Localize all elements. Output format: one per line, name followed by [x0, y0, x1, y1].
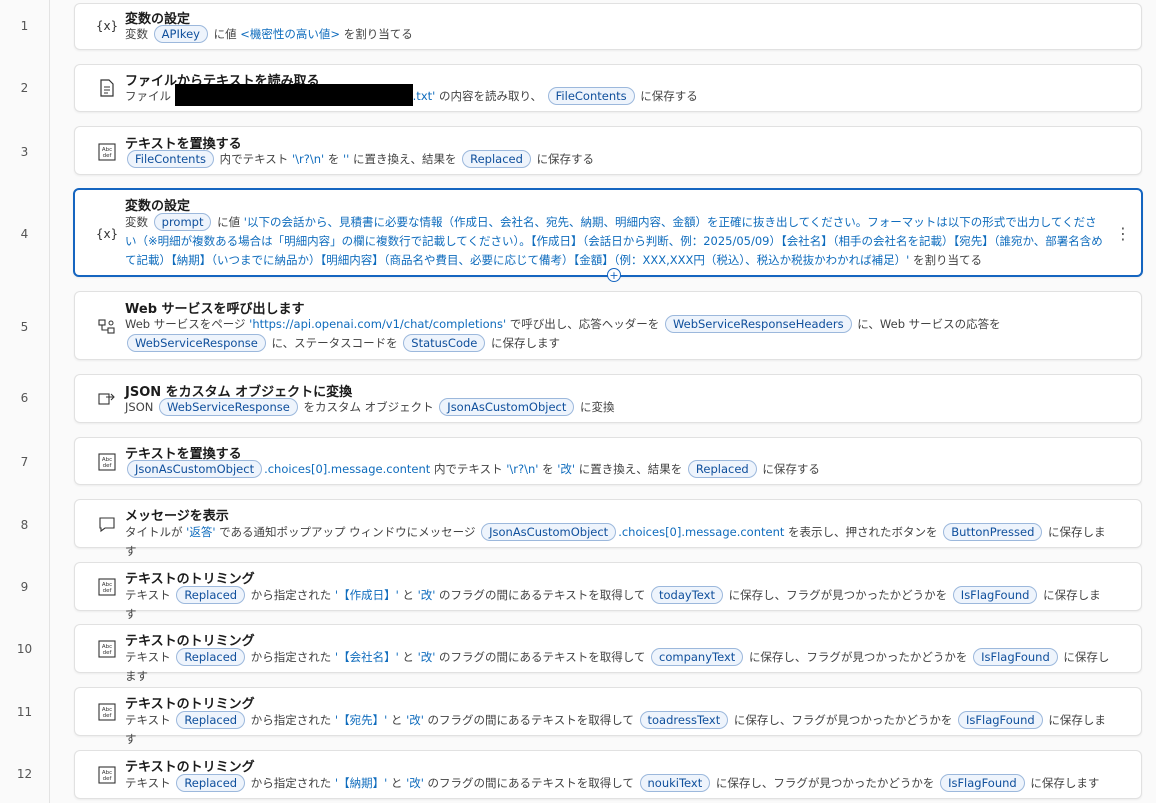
variable-pill[interactable]: JsonAsCustomObject [439, 398, 575, 416]
action-step-set-variable-selected[interactable]: {x} 変数の設定 変数 prompt に値 '以下の会話から、見積書に必要な情… [73, 188, 1143, 277]
line-number: 10 [16, 642, 33, 656]
variable-pill[interactable]: ButtonPressed [943, 523, 1043, 541]
step-description: タイトルが '返答' である通知ポップアップ ウィンドウにメッセージ JsonA… [125, 523, 1106, 558]
variable-pill[interactable]: APIkey [153, 25, 208, 43]
step-description: テキスト Replaced から指定された '【納期】' と '改' のフラグの… [125, 774, 1100, 792]
variable-pill[interactable]: IsFlagFound [952, 586, 1038, 604]
variable-pill[interactable]: toadressText [639, 711, 729, 729]
variable-pill[interactable]: StatusCode [403, 334, 486, 352]
step-description: テキスト Replaced から指定された '【会社名】' と '改' のフラグ… [125, 648, 1110, 683]
svg-text:def: def [103, 588, 113, 594]
variable-pill[interactable]: IsFlagFound [958, 711, 1043, 729]
variable-pill[interactable]: JsonAsCustomObject [481, 523, 617, 541]
action-step-convert-json[interactable]: JSON をカスタム オブジェクトに変換 JSON WebServiceResp… [74, 374, 1142, 423]
json-convert-icon [97, 389, 117, 409]
svg-text:def: def [103, 463, 113, 469]
svg-text:def: def [103, 650, 113, 656]
action-step-replace-text[interactable]: Abc def テキストを置換する FileContents 内でテキスト '\r… [74, 126, 1142, 175]
web-service-icon [97, 317, 117, 337]
text-trim-icon: Abc def [97, 639, 117, 659]
step-description: 変数 APIkey に値 <機密性の高い値> を割り当てる [125, 25, 413, 43]
text-replace-icon: Abc def [97, 142, 117, 162]
variable-pill[interactable]: JsonAsCustomObject [127, 460, 263, 478]
line-number: 6 [20, 391, 29, 405]
text-trim-icon: Abc def [97, 702, 117, 722]
variable-pill[interactable]: prompt [153, 213, 212, 231]
variable-icon: {x} [95, 227, 119, 241]
variable-pill[interactable]: WebServiceResponse [159, 398, 298, 416]
step-description: JsonAsCustomObject .choices[0].message.co… [125, 460, 1111, 479]
step-description: 変数 prompt に値 '以下の会話から、見積書に必要な情報（作成日、会社名、… [125, 213, 1103, 267]
step-title: 変数の設定 [125, 199, 191, 214]
step-description: ファイル .txt' の内容を読み取り、 FileContents に保存する [125, 83, 1111, 106]
svg-text:def: def [103, 153, 113, 159]
variable-pill[interactable]: WebServiceResponseHeaders [664, 315, 852, 333]
file-read-icon [97, 78, 117, 98]
more-options-icon[interactable]: ⋮ [1115, 224, 1131, 243]
redacted-path [174, 83, 413, 106]
variable-pill[interactable]: FileContents [547, 87, 635, 105]
action-step-display-message[interactable]: メッセージを表示 タイトルが '返答' である通知ポップアップ ウィンドウにメッ… [74, 499, 1142, 558]
variable-pill[interactable]: Replaced [687, 460, 757, 478]
line-number: 11 [16, 705, 33, 719]
text-replace-icon: Abc def [97, 452, 117, 472]
variable-pill[interactable]: IsFlagFound [940, 774, 1025, 792]
variable-pill[interactable]: Replaced [176, 711, 246, 729]
step-description: FileContents 内でテキスト '\r?\n' を '' に置き換え、結… [125, 150, 1111, 169]
action-step-crop-text[interactable]: Abc def テキストのトリミング テキスト Replaced から指定された … [74, 750, 1142, 799]
variable-pill[interactable]: WebServiceResponse [127, 334, 266, 352]
message-icon [97, 514, 117, 534]
add-action-icon[interactable]: + [607, 268, 621, 282]
variable-pill[interactable]: Replaced [176, 774, 246, 792]
variable-pill[interactable]: IsFlagFound [973, 648, 1058, 666]
line-number: 3 [20, 145, 29, 159]
action-step-invoke-web-service[interactable]: Web サービスを呼び出します Web サービスをページ 'https://ap… [74, 291, 1142, 360]
step-title: テキストのトリミング [125, 634, 255, 649]
action-step-crop-text[interactable]: Abc def テキストのトリミング テキスト Replaced から指定された … [74, 687, 1142, 746]
variable-pill[interactable]: todayText [651, 586, 723, 604]
text-trim-icon: Abc def [97, 765, 117, 785]
step-description: JSON WebServiceResponse をカスタム オブジェクト Jso… [125, 398, 615, 416]
step-description: Web サービスをページ 'https://api.openai.com/v1/… [125, 315, 1001, 352]
variable-pill[interactable]: Replaced [176, 586, 246, 604]
variable-pill[interactable]: companyText [651, 648, 744, 666]
variable-pill[interactable]: noukiText [639, 774, 711, 792]
variable-pill[interactable]: Replaced [462, 150, 531, 168]
action-step-replace-text[interactable]: Abc def テキストを置換する JsonAsCustomObject .choi… [74, 437, 1142, 485]
action-step-read-text-file[interactable]: ファイルからテキストを読み取る ファイル .txt' の内容を読み取り、 Fil… [74, 64, 1142, 112]
line-number: 2 [20, 81, 29, 95]
line-number: 5 [20, 320, 29, 334]
step-title: メッセージを表示 [125, 509, 229, 524]
action-step-crop-text[interactable]: Abc def テキストのトリミング テキスト Replaced から指定された … [74, 624, 1142, 683]
line-number: 9 [20, 580, 29, 594]
step-title: テキストのトリミング [125, 572, 255, 587]
action-step-set-variable[interactable]: {x} 変数の設定 変数 APIkey に値 <機密性の高い値> を割り当てる [74, 3, 1142, 50]
line-number: 8 [20, 518, 29, 532]
line-number: 1 [20, 19, 29, 33]
step-title: テキストのトリミング [125, 697, 255, 712]
line-number: 12 [16, 767, 33, 781]
text-trim-icon: Abc def [97, 577, 117, 597]
line-number: 4 [20, 227, 29, 241]
variable-icon: {x} [95, 19, 119, 33]
line-number: 7 [20, 455, 29, 469]
step-description: テキスト Replaced から指定された '【作成日】' と '改' のフラグ… [125, 586, 1101, 621]
step-title: テキストのトリミング [125, 760, 255, 775]
variable-pill[interactable]: Replaced [176, 648, 246, 666]
svg-text:def: def [103, 776, 113, 782]
action-step-crop-text[interactable]: Abc def テキストのトリミング テキスト Replaced から指定された … [74, 562, 1142, 621]
svg-text:def: def [103, 713, 113, 719]
step-description: テキスト Replaced から指定された '【宛先】' と '改' のフラグの… [125, 711, 1106, 746]
variable-pill[interactable]: FileContents [127, 150, 214, 168]
